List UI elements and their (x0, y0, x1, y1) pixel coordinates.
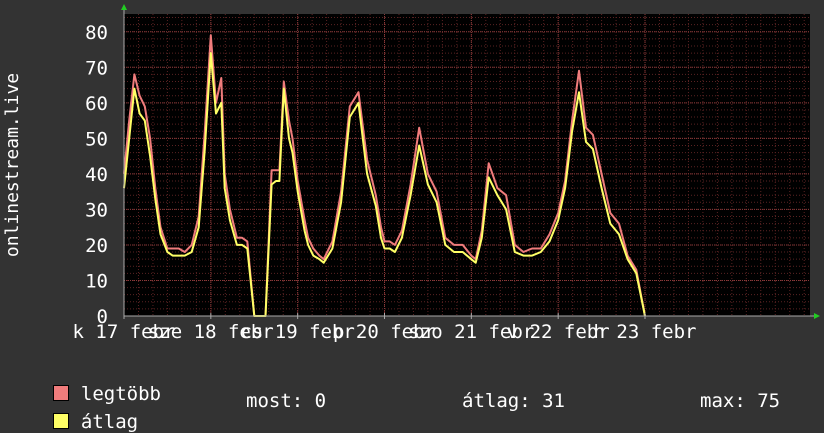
x-tick-label: h 23 febr (594, 321, 697, 343)
y-tick-label: 70 (85, 57, 108, 79)
y-tick-label: 10 (85, 270, 108, 292)
y-tick-labels: 01020304050607080 (85, 22, 108, 328)
legend-item-legtobb: legtöbb (30, 364, 161, 404)
x-axis-arrow (814, 313, 820, 319)
plot-background (124, 14, 810, 316)
y-tick-label: 60 (85, 93, 108, 115)
x-tick-labels: k 17 febrsze 18 febrcs 19 febrp 20 febrs… (73, 321, 697, 343)
y-tick-label: 30 (85, 199, 108, 221)
stat-most: most: 0 (246, 390, 327, 412)
y-axis-label: onlinestream.live (2, 73, 23, 257)
y-tick-label: 80 (85, 22, 108, 44)
stat-max: max: 75 (700, 390, 781, 412)
y-tick-label: 20 (85, 235, 108, 257)
stat-atlag: átlag: 31 (462, 390, 565, 412)
y-tick-label: 40 (85, 164, 108, 186)
legend-item-atlag: átlag (30, 392, 138, 432)
y-tick-label: 50 (85, 128, 108, 150)
y-axis-arrow (121, 4, 127, 10)
legend-swatch-atlag (52, 413, 69, 429)
